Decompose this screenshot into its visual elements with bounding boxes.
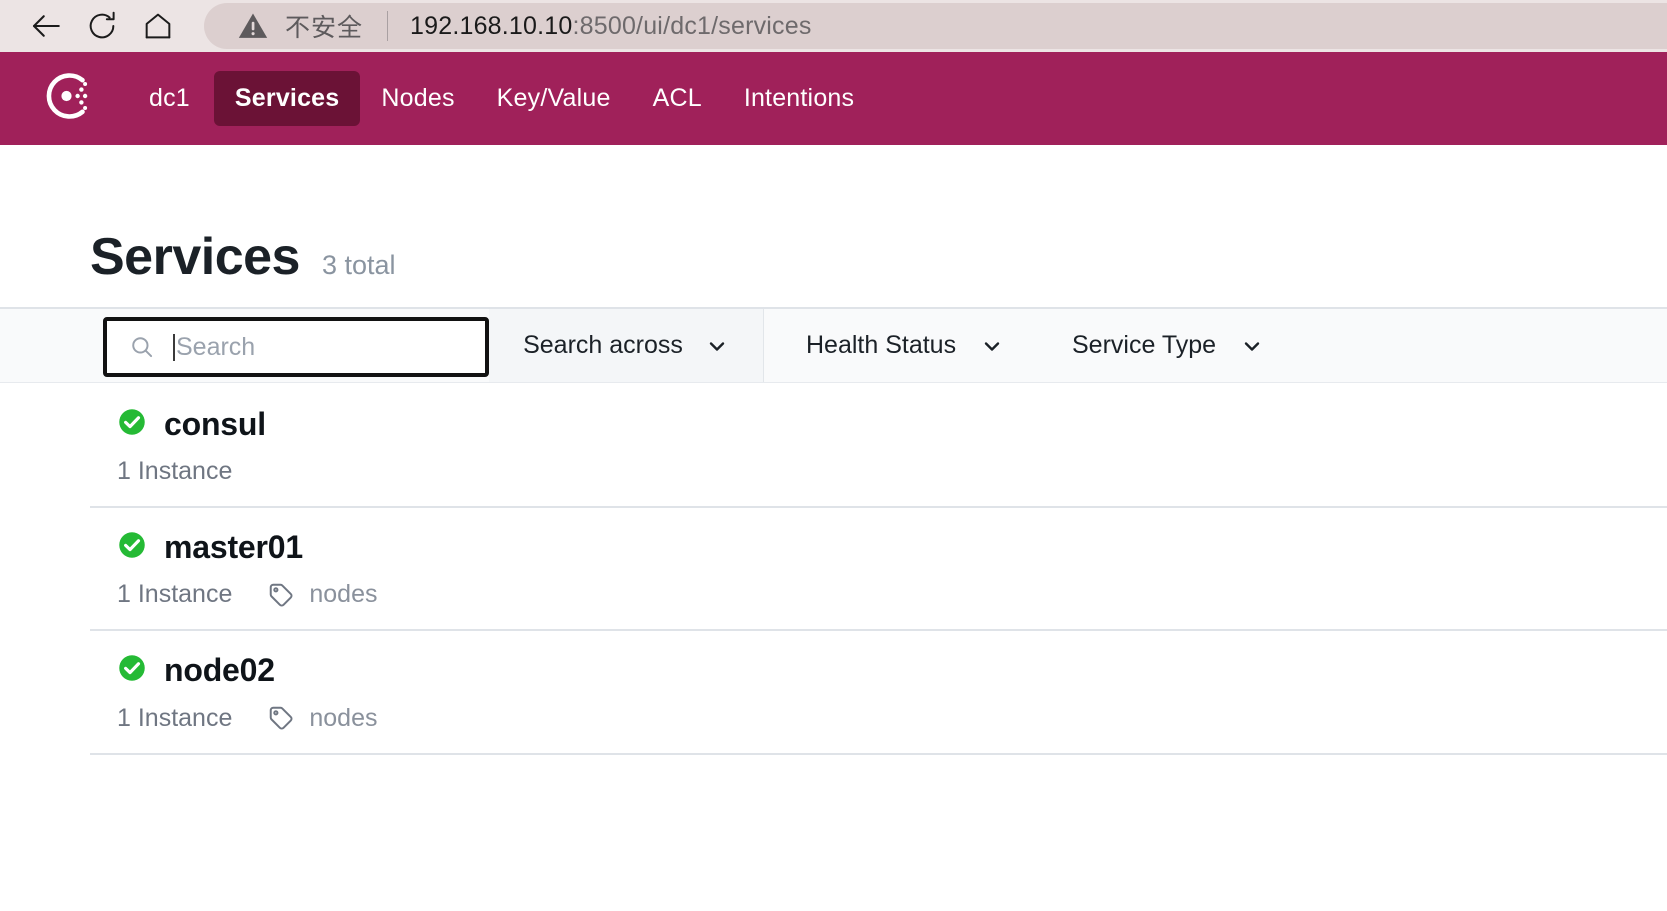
nav-items: dc1 Services Nodes Key/Value ACL Intenti… (133, 71, 875, 126)
url-bar[interactable]: 不安全 192.168.10.10:8500/ui/dc1/services (204, 3, 1667, 49)
url-host: 192.168.10.10 (410, 11, 573, 40)
page-header: Services 3 total (0, 145, 1667, 283)
services-total-count: 3 total (321, 250, 396, 280)
url-text: 192.168.10.10:8500/ui/dc1/services (410, 12, 812, 41)
home-icon (141, 9, 175, 43)
check-circle-icon (117, 530, 147, 565)
nav-item-acl[interactable]: ACL (632, 71, 723, 126)
url-separator (387, 11, 389, 41)
url-path: :8500/ui/dc1/services (572, 11, 812, 40)
chevron-down-icon (1240, 334, 1264, 358)
search-across-label: Search across (523, 331, 683, 359)
service-name-line: master01 (90, 529, 1667, 565)
nav-item-nodes[interactable]: Nodes (360, 71, 475, 126)
reload-button[interactable] (74, 0, 130, 52)
tag-icon (267, 581, 295, 609)
check-circle-icon (117, 653, 147, 688)
home-button[interactable] (130, 0, 186, 52)
service-type-label: Service Type (1072, 331, 1217, 359)
warning-triangle-icon[interactable] (236, 9, 270, 43)
search-icon (129, 334, 155, 360)
nav-item-dc1[interactable]: dc1 (133, 71, 206, 126)
service-list: consul 1 Instance master01 1 Instance no… (0, 383, 1667, 755)
service-tag: nodes (267, 580, 377, 609)
nav-item-intentions[interactable]: Intentions (723, 71, 875, 126)
back-button[interactable] (18, 0, 74, 52)
page-title: Services (90, 228, 300, 286)
filter-bar: Search Search across Health Status Servi… (0, 307, 1667, 383)
search-across-dropdown[interactable]: Search across (489, 309, 764, 382)
tag-label: nodes (309, 580, 378, 609)
tag-icon (267, 704, 295, 732)
health-status-label: Health Status (806, 331, 957, 359)
chevron-down-icon (980, 334, 1004, 358)
service-tag: nodes (267, 704, 377, 733)
search-placeholder: Search (176, 332, 256, 361)
security-status-label: 不安全 (285, 14, 364, 42)
service-list-item[interactable]: node02 1 Instance nodes (90, 631, 1667, 755)
service-name[interactable]: consul (164, 406, 266, 442)
service-list-item[interactable]: consul 1 Instance (90, 383, 1667, 509)
instance-count: 1 Instance (117, 703, 233, 732)
reload-icon (85, 9, 119, 43)
service-meta: 1 Instance nodes (90, 704, 1667, 733)
service-meta: 1 Instance (90, 457, 1667, 486)
service-name-line: node02 (90, 653, 1667, 688)
arrow-left-icon (28, 8, 64, 44)
nav-item-key-value[interactable]: Key/Value (476, 71, 632, 126)
service-name[interactable]: master01 (164, 529, 303, 565)
browser-toolbar: 不安全 192.168.10.10:8500/ui/dc1/services (0, 0, 1667, 52)
service-type-dropdown[interactable]: Service Type (1072, 309, 1264, 382)
service-name-line: consul (90, 406, 1667, 442)
page-content: Services 3 total Search Search across He… (0, 145, 1667, 755)
check-circle-icon (117, 407, 147, 442)
text-caret (173, 333, 175, 361)
search-input[interactable]: Search (103, 317, 489, 377)
nav-item-services[interactable]: Services (213, 71, 361, 126)
consul-navbar: dc1 Services Nodes Key/Value ACL Intenti… (0, 52, 1667, 145)
instance-count: 1 Instance (117, 580, 233, 609)
health-status-dropdown[interactable]: Health Status (806, 309, 1004, 382)
service-meta: 1 Instance nodes (90, 580, 1667, 609)
service-name[interactable]: node02 (164, 653, 275, 688)
chevron-down-icon (705, 334, 729, 358)
service-list-item[interactable]: master01 1 Instance nodes (90, 508, 1667, 632)
consul-logo[interactable] (42, 68, 98, 129)
instance-count: 1 Instance (117, 457, 233, 486)
tag-label: nodes (309, 703, 378, 732)
